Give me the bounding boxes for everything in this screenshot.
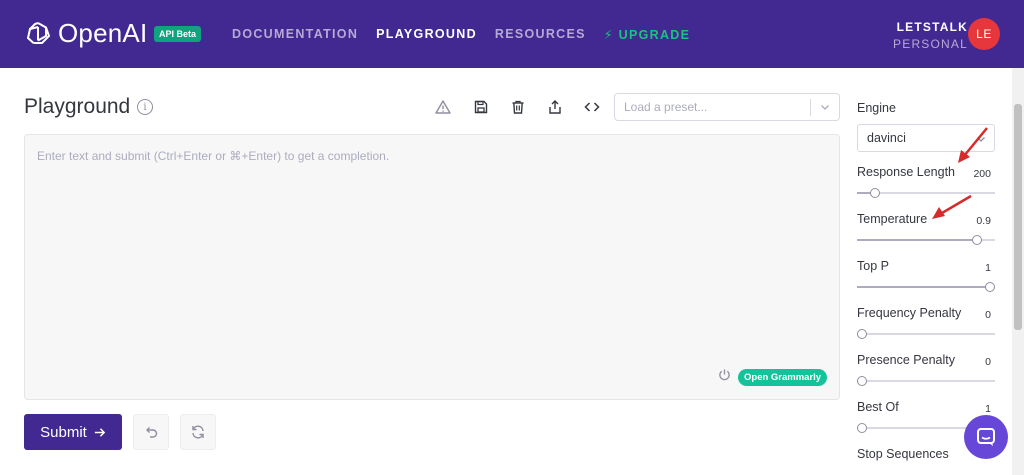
stop-sequences-label: Stop Sequences bbox=[857, 447, 949, 461]
top-p-slider[interactable] bbox=[857, 282, 995, 292]
frequency-penalty-value: 0 bbox=[985, 309, 991, 321]
best-of-value: 1 bbox=[985, 403, 991, 415]
prompt-placeholder: Enter text and submit (Ctrl+Enter or ⌘+E… bbox=[37, 149, 390, 163]
trash-icon[interactable] bbox=[509, 98, 527, 116]
power-icon[interactable] bbox=[718, 368, 731, 381]
load-preset-select[interactable]: Load a preset... bbox=[614, 93, 840, 121]
nav-resources[interactable]: RESOURCES bbox=[495, 27, 586, 42]
open-grammarly-button[interactable]: Open Grammarly bbox=[738, 369, 828, 386]
warning-icon[interactable] bbox=[434, 98, 452, 116]
best-of-label: Best Of bbox=[857, 400, 899, 414]
slider-handle[interactable] bbox=[857, 423, 867, 433]
frequency-penalty-label: Frequency Penalty bbox=[857, 306, 962, 320]
engine-value: davinci bbox=[867, 131, 906, 145]
response-length-label: Response Length bbox=[857, 165, 955, 179]
presence-penalty-slider[interactable] bbox=[857, 376, 995, 386]
presence-penalty-value: 0 bbox=[985, 356, 991, 368]
frequency-penalty-slider[interactable] bbox=[857, 329, 995, 339]
temperature-label: Temperature bbox=[857, 212, 928, 226]
info-icon[interactable]: i bbox=[137, 99, 153, 115]
chat-support-button[interactable] bbox=[964, 415, 1008, 459]
undo-icon bbox=[146, 427, 158, 438]
api-beta-badge: API Beta bbox=[154, 26, 202, 42]
engine-label: Engine bbox=[857, 101, 896, 115]
slider-handle[interactable] bbox=[870, 188, 880, 198]
undo-button[interactable] bbox=[133, 414, 169, 450]
nav-upgrade[interactable]: ⚡ UPGRADE bbox=[604, 27, 690, 42]
annotation-arrow bbox=[932, 194, 972, 219]
user-avatar[interactable]: LE bbox=[968, 18, 1000, 50]
submit-button[interactable]: Submit bbox=[24, 414, 122, 450]
regenerate-button[interactable] bbox=[180, 414, 216, 450]
main-nav: DOCUMENTATION PLAYGROUND RESOURCES ⚡ UPG… bbox=[232, 27, 708, 42]
preset-placeholder: Load a preset... bbox=[624, 100, 708, 114]
nav-documentation[interactable]: DOCUMENTATION bbox=[232, 27, 358, 42]
presence-penalty-label: Presence Penalty bbox=[857, 353, 955, 367]
submit-label: Submit bbox=[40, 423, 87, 441]
account-switcher[interactable]: LETSTALK PERSONAL bbox=[893, 20, 968, 51]
preset-divider bbox=[810, 99, 811, 116]
slider-handle[interactable] bbox=[857, 376, 867, 386]
refresh-icon bbox=[192, 425, 204, 439]
openai-logo[interactable]: OpenAI bbox=[24, 18, 147, 49]
page-title: Playground bbox=[24, 95, 131, 118]
annotation-arrow bbox=[958, 127, 988, 163]
code-icon[interactable] bbox=[583, 98, 601, 116]
chevron-down-icon bbox=[821, 105, 829, 110]
response-length-slider[interactable] bbox=[857, 188, 995, 198]
response-length-value: 200 bbox=[973, 168, 991, 180]
scrollbar-thumb[interactable] bbox=[1014, 104, 1022, 330]
plan-name: PERSONAL bbox=[893, 37, 968, 51]
temperature-slider[interactable] bbox=[857, 235, 995, 245]
organization-name: LETSTALK bbox=[896, 20, 968, 34]
brand-name: OpenAI bbox=[58, 18, 148, 48]
openai-logo-icon bbox=[26, 21, 51, 44]
save-icon[interactable] bbox=[472, 98, 490, 116]
prompt-textarea[interactable]: Enter text and submit (Ctrl+Enter or ⌘+E… bbox=[24, 134, 840, 400]
arrow-right-icon bbox=[94, 427, 106, 437]
nav-playground[interactable]: PLAYGROUND bbox=[376, 27, 477, 42]
chat-icon bbox=[977, 428, 995, 446]
top-p-value: 1 bbox=[985, 262, 991, 274]
slider-handle[interactable] bbox=[985, 282, 995, 292]
top-p-label: Top P bbox=[857, 259, 889, 273]
share-icon[interactable] bbox=[546, 98, 564, 116]
slider-handle[interactable] bbox=[972, 235, 982, 245]
top-navigation-bar: OpenAI API Beta DOCUMENTATION PLAYGROUND… bbox=[0, 0, 1024, 68]
slider-handle[interactable] bbox=[857, 329, 867, 339]
